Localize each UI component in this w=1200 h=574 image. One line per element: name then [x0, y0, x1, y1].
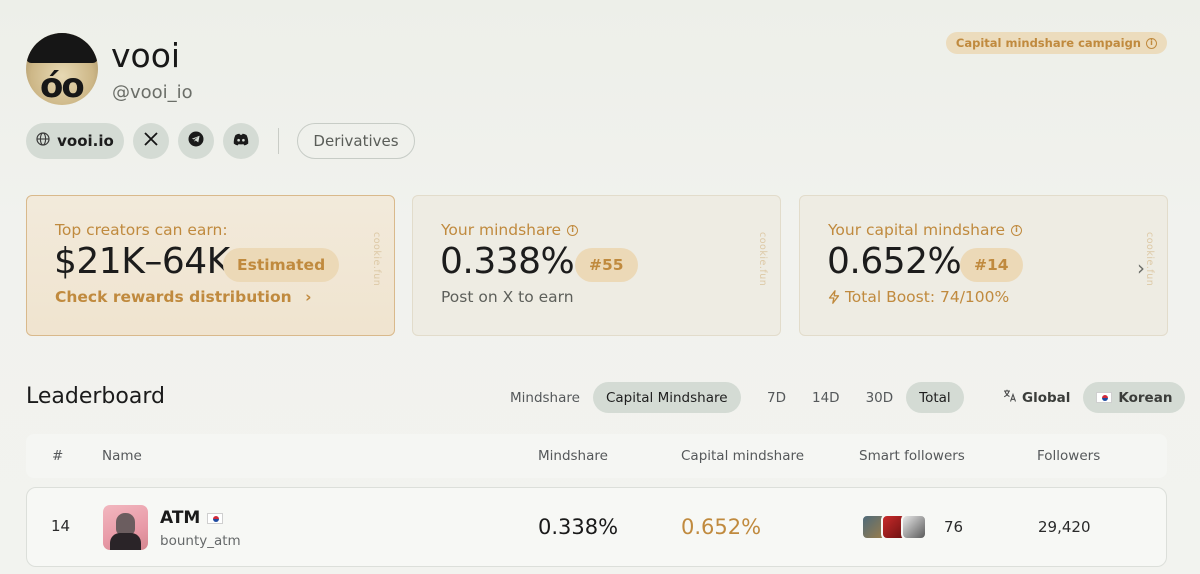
cookie-fun-watermark: cookie.fun [1144, 232, 1155, 287]
row-followers: 29,420 [1038, 518, 1091, 536]
rewards-distribution-link[interactable]: Check rewards distribution › [55, 288, 311, 306]
avatar-hair-shape [26, 33, 98, 63]
rewards-distribution-label: Check rewards distribution [55, 288, 292, 306]
column-followers[interactable]: Followers [1037, 448, 1100, 464]
translate-icon [1003, 389, 1017, 406]
telegram-icon [188, 131, 204, 151]
tab-total[interactable]: Total [906, 382, 964, 413]
discord-icon [233, 132, 249, 150]
tab-14d[interactable]: 14D [799, 382, 853, 413]
avatar-head-shape [116, 513, 135, 535]
column-rank: # [52, 448, 64, 464]
korea-flag-icon [207, 512, 224, 524]
tab-mindshare[interactable]: Mindshare [497, 382, 593, 413]
cookie-fun-watermark: cookie.fun [371, 232, 382, 287]
capital-rank-badge: #14 [960, 248, 1023, 282]
estimated-badge: Estimated [223, 248, 340, 282]
telegram-link-button[interactable] [178, 123, 214, 159]
campaign-badge-label: Capital mindshare campaign [955, 36, 1141, 50]
tab-korean-label: Korean [1118, 389, 1173, 406]
cookie-fun-watermark: cookie.fun [757, 232, 768, 287]
avatar-face-text: óo [40, 66, 85, 105]
column-mindshare[interactable]: Mindshare [538, 448, 608, 464]
tab-global[interactable]: Global [990, 382, 1083, 413]
avatar [901, 514, 927, 540]
metric-tabs: Mindshare Capital Mindshare [497, 382, 741, 413]
row-smart-followers: 76 [944, 518, 964, 536]
category-tag-button[interactable]: Derivatives [297, 123, 415, 159]
x-icon [144, 132, 158, 150]
row-name: ATM [160, 508, 201, 528]
earnings-value: $21K–64K [54, 241, 230, 282]
tab-capital-mindshare[interactable]: Capital Mindshare [592, 382, 741, 413]
row-mindshare: 0.338% [538, 515, 619, 539]
mindshare-sub-text: Post on X to earn [441, 288, 574, 306]
korea-flag-icon [1096, 392, 1113, 403]
column-smart-followers[interactable]: Smart followers [859, 448, 965, 464]
period-tabs: 7D 14D 30D Total [754, 382, 964, 413]
mindshare-card-label-wrap: Your mindshare i [441, 221, 579, 239]
website-link[interactable]: vooi.io [26, 123, 124, 159]
column-capital-mindshare[interactable]: Capital mindshare [681, 448, 804, 464]
x-link-button[interactable] [133, 123, 169, 159]
discord-link-button[interactable] [223, 123, 259, 159]
lightning-icon [828, 288, 845, 306]
tab-7d[interactable]: 7D [754, 382, 799, 413]
row-rank: 14 [51, 517, 71, 535]
avatar-body-shape [110, 533, 141, 550]
total-boost-label: Total Boost: 74/100% [844, 288, 1010, 306]
mindshare-card: Your mindshare i 0.338% #55 Post on X to… [412, 195, 781, 336]
project-name: vooi [111, 36, 181, 75]
region-tabs: Global Korean [990, 382, 1186, 413]
earnings-card: Top creators can earn: $21K–64K Estimate… [26, 195, 395, 336]
column-name: Name [102, 448, 142, 464]
project-handle: @vooi_io [112, 82, 193, 103]
info-icon[interactable]: i [567, 224, 579, 236]
capital-mindshare-card[interactable]: Your capital mindshare i 0.652% #14 Tota… [799, 195, 1168, 336]
capital-mindshare-value: 0.652% [827, 241, 962, 282]
project-avatar: óo [26, 33, 98, 105]
chevron-right-icon: › [305, 288, 312, 306]
category-tag-label: Derivatives [313, 132, 399, 150]
mindshare-value: 0.338% [440, 241, 575, 282]
avatar [103, 505, 148, 550]
total-boost: Total Boost: 74/100% [828, 288, 1009, 306]
website-link-label: vooi.io [57, 132, 114, 150]
smart-follower-avatars [861, 514, 927, 540]
links-divider [278, 128, 279, 154]
capital-card-label: Your capital mindshare [828, 221, 1006, 239]
globe-icon [36, 132, 50, 150]
row-name-wrap: ATM [160, 508, 224, 528]
table-row[interactable]: 14 ATM bounty_atm 0.338% 0.652% 76 29,42… [26, 487, 1167, 567]
row-username: bounty_atm [160, 533, 241, 549]
mindshare-rank-badge: #55 [575, 248, 638, 282]
tab-30d[interactable]: 30D [853, 382, 907, 413]
tab-global-label: Global [1022, 389, 1071, 406]
leaderboard-title: Leaderboard [26, 384, 165, 409]
info-icon[interactable]: i [1011, 224, 1023, 236]
row-capital-mindshare: 0.652% [681, 515, 762, 539]
info-icon: i [1146, 37, 1157, 49]
capital-card-label-wrap: Your capital mindshare i [828, 221, 1023, 239]
earnings-card-label: Top creators can earn: [55, 221, 228, 239]
campaign-badge[interactable]: Capital mindshare campaign i [945, 32, 1167, 54]
mindshare-card-label: Your mindshare [441, 221, 562, 239]
table-header: # Name Mindshare Capital mindshare Smart… [26, 434, 1167, 478]
tab-korean[interactable]: Korean [1083, 382, 1186, 413]
project-links: vooi.io Derivatives [26, 123, 415, 159]
